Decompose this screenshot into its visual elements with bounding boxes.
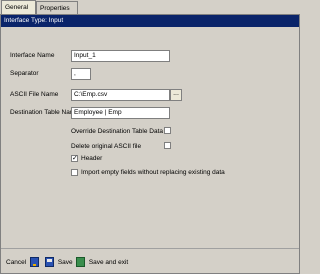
tab-general[interactable]: General: [1, 0, 36, 15]
cancel-button[interactable]: Cancel: [6, 257, 40, 269]
tab-properties[interactable]: Properties: [36, 1, 78, 15]
save-disk-icon: [45, 257, 54, 268]
override-destination-checkbox[interactable]: [164, 127, 171, 134]
save-label: Save: [57, 259, 73, 266]
interface-type-header: Interface Type: Input: [1, 15, 299, 27]
separator-input[interactable]: ,: [71, 68, 91, 80]
destination-table-label: Destination Table Name: [10, 109, 79, 116]
footer-divider: [1, 248, 299, 249]
ascii-file-input[interactable]: C:\Emp.csv: [71, 89, 170, 101]
save-exit-icon: [76, 257, 85, 268]
override-destination-label: Override Destination Table Data: [71, 128, 164, 135]
ascii-file-label: ASCII File Name: [10, 91, 59, 98]
save-button[interactable]: Save: [43, 257, 73, 269]
save-and-exit-label: Save and exit: [88, 259, 129, 266]
interface-name-label: Interface Name: [10, 52, 55, 59]
tab-strip: General Properties: [0, 0, 300, 15]
delete-ascii-checkbox[interactable]: [164, 142, 171, 149]
destination-table-select[interactable]: Employee | Emp: [71, 107, 170, 119]
interface-name-input[interactable]: Input_1: [71, 50, 170, 62]
header-label: Header: [81, 155, 103, 162]
separator-label: Separator: [10, 70, 39, 77]
save-and-exit-button[interactable]: Save and exit: [74, 257, 128, 269]
cancel-icon: [30, 257, 40, 268]
delete-ascii-label: Delete original ASCII file: [71, 143, 142, 150]
browse-button[interactable]: ...: [170, 89, 182, 101]
import-empty-label: Import empty fields without replacing ex…: [81, 169, 225, 176]
cancel-label: Cancel: [6, 259, 27, 266]
header-checkbox[interactable]: ✓: [71, 155, 78, 162]
import-empty-checkbox[interactable]: [71, 169, 78, 176]
